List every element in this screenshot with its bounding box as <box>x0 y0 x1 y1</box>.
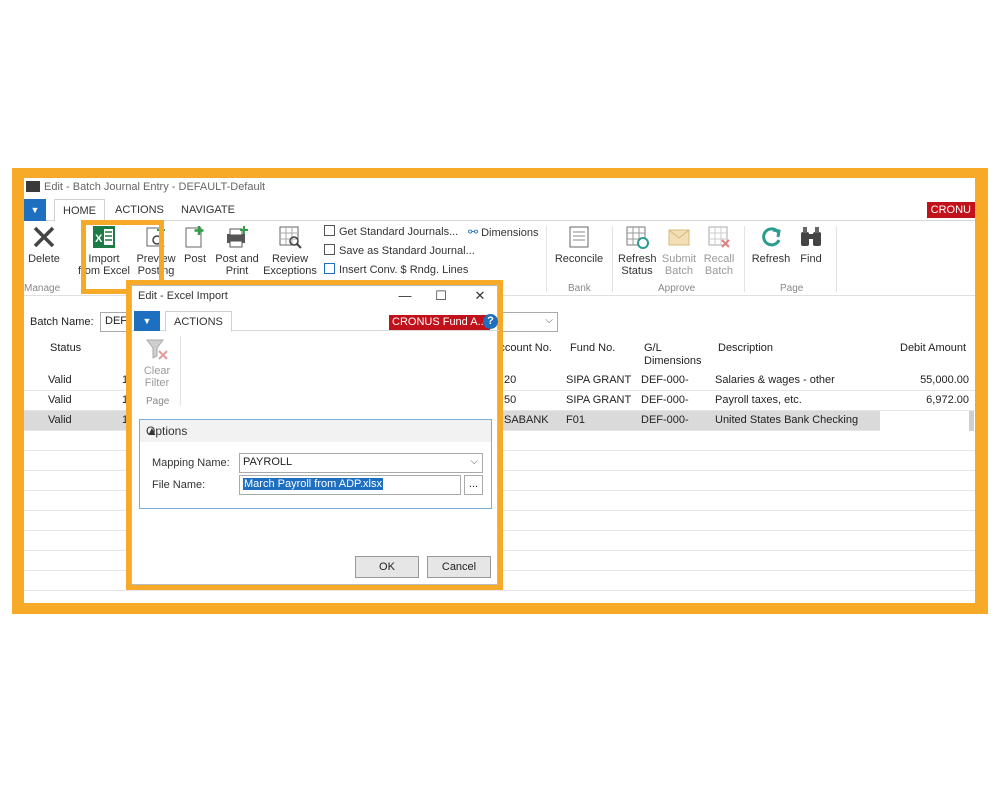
dialog-menu-button[interactable]: ▼ <box>134 311 160 331</box>
save-as-standard-journal-button[interactable]: Save as Standard Journal... <box>324 243 475 261</box>
group-approve: Approve <box>658 283 696 294</box>
file-name-label: File Name: <box>152 479 206 491</box>
refresh-icon <box>762 227 781 247</box>
divider <box>836 226 837 292</box>
tab-home[interactable]: HOME <box>54 199 105 222</box>
reconcile-icon <box>569 226 589 248</box>
excel-import-dialog: Edit - Excel Import — ☐ ✕ ▼ ACTIONS CRON… <box>131 285 499 585</box>
tab-actions[interactable]: ACTIONS <box>107 199 172 222</box>
delete-button[interactable]: Delete <box>26 224 62 265</box>
scrollbar-thumb[interactable] <box>969 411 974 431</box>
save-icon <box>324 244 335 255</box>
app-logo-icon <box>26 181 40 192</box>
browse-button[interactable]: ... <box>464 475 483 495</box>
get-standard-journals-button[interactable]: Get Standard Journals... <box>324 224 458 242</box>
find-button[interactable]: Find <box>796 224 826 265</box>
chevron-down-icon: ⌵ <box>545 315 553 326</box>
batch-name-label: Batch Name: <box>30 316 94 328</box>
mapping-name-label: Mapping Name: <box>152 457 230 469</box>
ok-button[interactable]: OK <box>355 556 419 578</box>
review-exceptions-button[interactable]: Review Exceptions <box>263 224 317 277</box>
group-page: Page <box>146 396 170 407</box>
ribbon-tabs: ▼ HOME ACTIONS NAVIGATE CRONU <box>24 199 975 222</box>
reconcile-button[interactable]: Reconcile <box>552 224 606 265</box>
refresh-button[interactable]: Refresh <box>750 224 792 265</box>
review-exceptions-icon <box>279 226 302 249</box>
refresh-status-button[interactable]: Refresh Status <box>618 224 657 277</box>
divider <box>612 226 613 292</box>
insert-conv-rndg-lines-button[interactable]: Insert Conv. $ Rndg. Lines <box>324 262 468 280</box>
dialog-title: Edit - Excel Import <box>138 290 228 302</box>
divider <box>744 226 745 292</box>
binoculars-icon <box>801 227 821 246</box>
tab-actions[interactable]: ACTIONS <box>165 311 232 332</box>
column-header-status[interactable]: Status <box>50 342 81 355</box>
column-header-description[interactable]: Description <box>718 342 773 355</box>
printer-icon <box>227 226 248 248</box>
cancel-button[interactable]: Cancel <box>427 556 491 578</box>
options-section: Options ▲ Mapping Name: PAYROLL ⌵ File N… <box>139 419 492 509</box>
company-badge[interactable]: CRONUS Fund A... <box>389 315 490 330</box>
divider <box>546 226 547 292</box>
help-icon[interactable]: ? <box>483 314 498 329</box>
clear-filter-icon <box>146 339 168 360</box>
group-manage: Manage <box>24 283 61 294</box>
recall-batch-icon <box>708 226 730 248</box>
clear-filter-button[interactable]: Clear Filter <box>140 338 174 389</box>
minimize-icon[interactable]: — <box>394 287 416 305</box>
tab-navigate[interactable]: NAVIGATE <box>173 199 243 222</box>
options-header[interactable]: Options ▲ <box>140 420 491 442</box>
mapping-name-select[interactable]: PAYROLL ⌵ <box>239 453 483 473</box>
close-icon[interactable]: ✕ <box>469 287 491 305</box>
group-page: Page <box>780 283 804 294</box>
chevron-up-icon[interactable]: ▲ <box>146 424 485 438</box>
submit-batch-icon <box>668 229 690 246</box>
window-title: Edit - Batch Journal Entry - DEFAULT-Def… <box>44 181 266 193</box>
chevron-down-icon: ⌵ <box>470 456 478 467</box>
group-bank: Bank <box>568 283 591 294</box>
insert-lines-icon <box>324 263 335 274</box>
column-header-fund-no[interactable]: Fund No. <box>570 342 615 355</box>
column-header-debit-amount[interactable]: Debit Amount <box>900 342 966 355</box>
submit-batch-button[interactable]: Submit Batch <box>660 224 698 277</box>
batch-dropdown[interactable]: ⌵ <box>494 312 558 332</box>
column-header-gl-dimensions[interactable]: G/L Dimensions <box>644 342 701 368</box>
dimensions-icon: ⚯ <box>468 225 479 239</box>
app-menu-button[interactable]: ▼ <box>24 199 46 221</box>
refresh-status-icon <box>626 226 649 249</box>
divider <box>180 336 181 406</box>
post-icon <box>185 226 204 248</box>
file-name-input[interactable]: March Payroll from ADP.xlsx <box>239 475 461 495</box>
title-bar: Edit - Batch Journal Entry - DEFAULT-Def… <box>24 178 975 198</box>
delete-icon <box>33 226 55 248</box>
recall-batch-button[interactable]: Recall Batch <box>700 224 738 277</box>
maximize-icon[interactable]: ☐ <box>430 287 452 305</box>
company-badge[interactable]: CRONU <box>926 202 975 218</box>
journal-icon <box>324 225 335 236</box>
post-button[interactable]: Post <box>180 224 210 265</box>
dimensions-button[interactable]: ⚯ Dimensions <box>468 224 539 242</box>
post-and-print-button[interactable]: Post and Print <box>215 224 259 277</box>
